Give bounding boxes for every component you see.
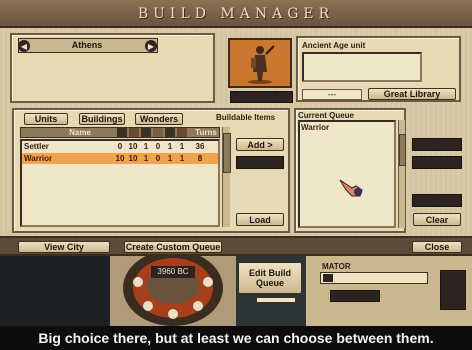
- row-stat: 1: [179, 142, 185, 151]
- current-queue-heading: Current Queue: [298, 111, 355, 120]
- row-stat: 1: [167, 154, 173, 163]
- buildable-scrollbar[interactable]: [222, 127, 231, 227]
- load-button[interactable]: Load: [236, 213, 284, 226]
- buildable-items-heading: Buildable Items: [216, 113, 276, 122]
- queue-item[interactable]: Warrior: [301, 123, 329, 132]
- firepower-icon[interactable]: [153, 128, 163, 137]
- queue-scrollbar[interactable]: [398, 120, 406, 228]
- add-button[interactable]: Add >: [236, 138, 284, 151]
- queue-list: [298, 120, 396, 228]
- unit-info-field: ---: [302, 89, 362, 100]
- row-stat: 0: [155, 154, 161, 163]
- row-turns: 36: [195, 142, 205, 151]
- queue-action-slot: [412, 138, 462, 151]
- row-stat: 1: [143, 142, 149, 151]
- window-title: BUILD MANAGER: [137, 6, 335, 22]
- defense-icon[interactable]: [129, 128, 139, 137]
- attack-icon[interactable]: [117, 128, 127, 137]
- edit-build-queue-line1: Edit Build: [249, 268, 291, 278]
- year-display: 3960 BC: [157, 267, 189, 276]
- hud-map-area: [0, 256, 110, 326]
- warrior-unit-icon: [248, 45, 275, 84]
- table-row-selected[interactable]: Warrior 10 10 1 0 1 1 8: [22, 153, 218, 164]
- city-name: Athens: [71, 40, 103, 50]
- row-stat: 1: [167, 142, 173, 151]
- row-stat: 10: [128, 142, 138, 151]
- unit-info-box: [302, 52, 422, 82]
- row-turns: 8: [197, 154, 203, 163]
- scrollbar-thumb[interactable]: [223, 133, 231, 173]
- table-row[interactable]: Settler 0 10 1 0 1 1 36: [22, 141, 218, 152]
- health-icon[interactable]: [141, 128, 151, 137]
- queue-action-slot: [412, 156, 462, 169]
- movement-icon[interactable]: [165, 128, 175, 137]
- next-city-icon[interactable]: ▶: [145, 40, 157, 52]
- edit-build-queue-bar: [256, 297, 296, 303]
- row-name: Warrior: [24, 154, 53, 163]
- view-city-button[interactable]: View City: [18, 241, 110, 253]
- column-name-header[interactable]: Name: [55, 128, 105, 137]
- tab-wonders[interactable]: Wonders: [135, 113, 183, 125]
- edit-build-queue-line2: Queue: [255, 278, 284, 288]
- column-turns-header[interactable]: Turns: [193, 128, 219, 137]
- row-stat: 10: [128, 154, 138, 163]
- great-library-button[interactable]: Great Library: [368, 88, 456, 100]
- edit-build-queue-button[interactable]: Edit Build Queue: [238, 262, 302, 294]
- leader-slider[interactable]: [320, 272, 428, 284]
- tab-buildings[interactable]: Buildings: [79, 113, 125, 125]
- queue-action-slot: [412, 194, 462, 207]
- scrollbar-thumb[interactable]: [399, 134, 406, 166]
- tab-units[interactable]: Units: [24, 113, 68, 125]
- slider-handle[interactable]: [323, 274, 333, 282]
- action-slot: [236, 156, 284, 169]
- row-stat: 10: [115, 154, 125, 163]
- leader-label: MATOR: [322, 262, 351, 271]
- row-stat: 0: [155, 142, 161, 151]
- create-custom-queue-button[interactable]: Create Custom Queue: [124, 241, 222, 253]
- prev-city-icon[interactable]: ◀: [18, 40, 30, 52]
- hand-cursor-icon: [339, 179, 363, 197]
- row-stat: 1: [179, 154, 185, 163]
- unit-portrait-footer: [230, 91, 293, 103]
- row-stat: 1: [143, 154, 149, 163]
- clear-button[interactable]: Clear: [413, 213, 461, 226]
- row-name: Settler: [24, 142, 49, 151]
- column-stat-icons: [117, 127, 192, 138]
- hud-slot: [330, 290, 380, 302]
- unit-portrait: [228, 38, 292, 88]
- hud-side-slot: [440, 270, 466, 310]
- unit-description: Ancient Age unit: [302, 41, 366, 50]
- image-caption: Big choice there, but at least we can ch…: [0, 326, 472, 350]
- vision-icon[interactable]: [177, 128, 187, 137]
- row-stat: 0: [117, 142, 123, 151]
- close-button[interactable]: Close: [412, 241, 462, 253]
